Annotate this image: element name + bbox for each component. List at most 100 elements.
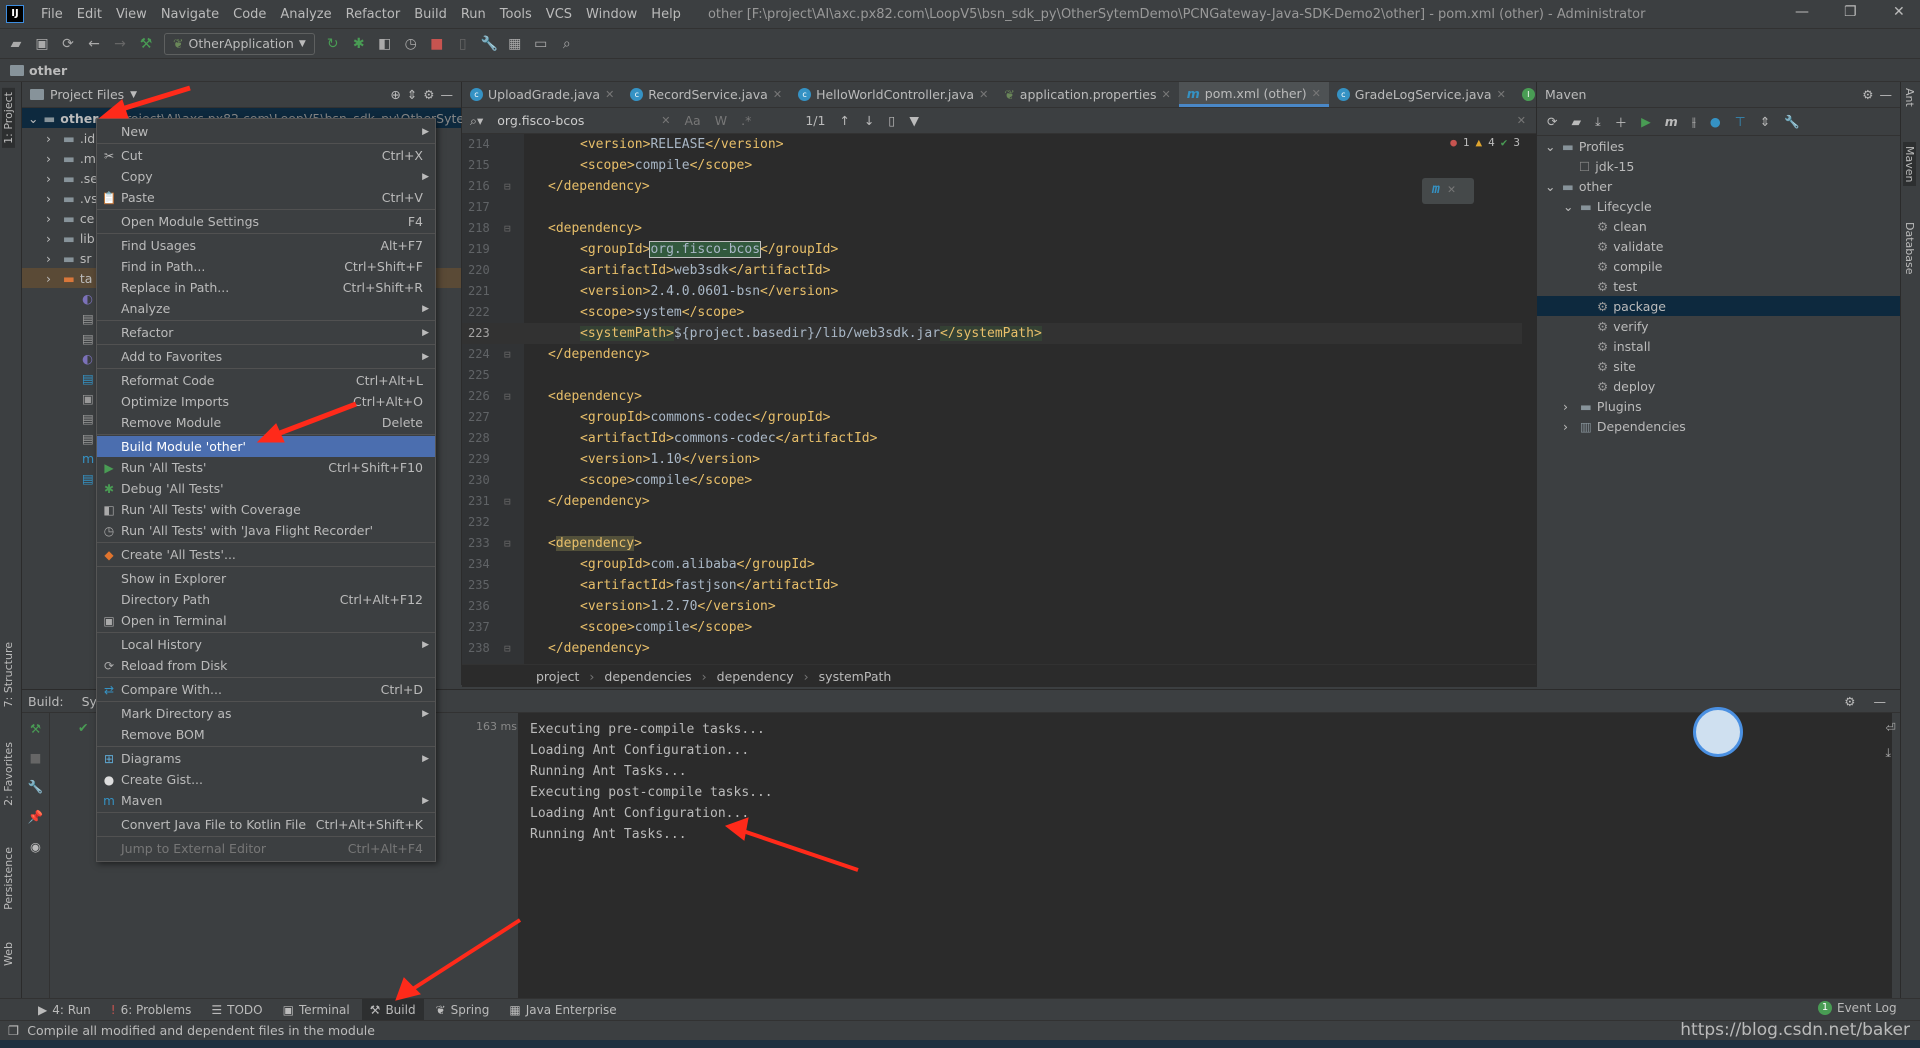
chevron-down-icon[interactable]: ⌄ (1563, 199, 1575, 214)
menu-item-directory-path[interactable]: Directory Path Ctrl+Alt+F12 (97, 589, 435, 610)
fold-icon[interactable]: ⊟ (504, 386, 511, 407)
wrench-icon[interactable]: 🔧 (28, 779, 44, 795)
web-tool-tab[interactable]: Web (2, 942, 15, 966)
fold-icon[interactable]: ⊟ (504, 533, 511, 554)
collapse-icon[interactable]: ⇕ (407, 87, 417, 102)
eye-icon[interactable]: ◉ (30, 839, 41, 854)
structure-tool-tab[interactable]: 7: Structure (2, 642, 15, 707)
menu-navigate[interactable]: Navigate (154, 7, 226, 22)
maven-reload-popup[interactable]: m ✕ (1422, 178, 1474, 204)
project-tool-tab[interactable]: 1: Project (2, 88, 15, 148)
regex-toggle[interactable]: .* (741, 113, 751, 128)
close-tab-icon[interactable]: ✕ (1162, 88, 1171, 101)
add-icon[interactable]: ＋ (1615, 112, 1628, 131)
maven-item-jdk-15[interactable]: ☐ jdk-15 (1537, 156, 1900, 176)
pin-icon[interactable]: 📌 (28, 809, 44, 825)
breadcrumb-item[interactable]: dependencies (604, 669, 691, 684)
menu-item-mark-directory-as[interactable]: Mark Directory as ▶ (97, 703, 435, 724)
persistence-tool-tab[interactable]: Persistence (2, 847, 15, 910)
inspection-widget[interactable]: ● 1 ▲ 4 ✔ 3 (1450, 136, 1520, 149)
tool-tab-terminal[interactable]: ▣ Terminal (275, 999, 358, 1021)
assistant-avatar[interactable] (1693, 707, 1743, 757)
hide-icon[interactable]: — (441, 87, 454, 102)
chevron-right-icon[interactable]: › (46, 211, 58, 226)
wrench-icon[interactable]: 🔧 (481, 36, 498, 52)
maven-item-lifecycle[interactable]: ⌄ ▬ Lifecycle (1537, 196, 1900, 216)
reload-icon[interactable]: ⟳ (1547, 114, 1557, 129)
menu-window[interactable]: Window (579, 7, 644, 22)
tab-application-properties[interactable]: ❦ application.properties ✕ (996, 82, 1178, 107)
words-toggle[interactable]: W (715, 113, 727, 128)
tool-tab-4-run[interactable]: ▶ 4: Run (30, 999, 99, 1021)
menu-item-convert-java-file-to-kotlin-file[interactable]: Convert Java File to Kotlin File Ctrl+Alt… (97, 814, 435, 835)
chevron-down-icon[interactable]: ⌄ (1545, 179, 1557, 194)
build-output[interactable]: Executing pre-compile tasks... Loading An… (518, 713, 1892, 999)
menu-item-run-all-tests[interactable]: ▶ Run 'All Tests' Ctrl+Shift+F10 (97, 457, 435, 478)
menu-code[interactable]: Code (226, 7, 273, 22)
maven-item-profiles[interactable]: ⌄ ▬ Profiles (1537, 136, 1900, 156)
menu-item-paste[interactable]: 📋 Paste Ctrl+V (97, 187, 435, 208)
close-tab-icon[interactable]: ✕ (1497, 88, 1506, 101)
build-hammer-icon[interactable]: ⚒ (138, 36, 154, 52)
close-tab-icon[interactable]: ✕ (605, 88, 614, 101)
tab-uploadgrade-java[interactable]: c UploadGrade.java ✕ (462, 82, 622, 107)
settings-wrench-icon[interactable]: 🔧 (1784, 114, 1800, 130)
chevron-right-icon[interactable]: › (46, 231, 58, 246)
menu-item-analyze[interactable]: Analyze ▶ (97, 298, 435, 319)
tool-tab-java-enterprise[interactable]: ▦ Java Enterprise (501, 999, 624, 1021)
fold-icon[interactable]: ⊟ (504, 176, 511, 197)
tab-pom-xml-other-[interactable]: m pom.xml (other) ✕ (1178, 82, 1329, 107)
maven-item-test[interactable]: ⚙ test (1537, 276, 1900, 296)
maven-item-install[interactable]: ⚙ install (1537, 336, 1900, 356)
menu-item-show-in-explorer[interactable]: Show in Explorer (97, 568, 435, 589)
maven-item-verify[interactable]: ⚙ verify (1537, 316, 1900, 336)
gear-icon[interactable]: ⚙ (1862, 87, 1873, 102)
terminal-icon[interactable]: ▭ (533, 36, 549, 52)
close-window-button[interactable]: ✕ (1893, 4, 1905, 20)
coverage-icon[interactable]: ◧ (377, 36, 393, 52)
menu-item-copy[interactable]: Copy ▶ (97, 166, 435, 187)
menu-item-jump-to-external-editor[interactable]: Jump to External Editor Ctrl+Alt+F4 (97, 838, 435, 859)
database-tool-tab[interactable]: Database (1903, 222, 1916, 275)
search-input[interactable]: org.fisco-bcos (497, 113, 647, 128)
close-icon[interactable]: ✕ (1448, 182, 1456, 197)
menu-view[interactable]: View (109, 7, 154, 22)
chevron-down-icon[interactable]: ⌄ (1545, 139, 1557, 154)
tab-helloworldcontroller-java[interactable]: c HelloWorldController.java ✕ (790, 82, 996, 107)
fold-icon[interactable]: ⊟ (504, 218, 511, 239)
menu-refactor[interactable]: Refactor (339, 7, 408, 22)
chevron-right-icon[interactable]: › (46, 131, 58, 146)
tool-tab-build[interactable]: ⚒ Build (361, 998, 424, 1021)
maven-goal-icon[interactable]: m (1665, 114, 1678, 129)
checkbox-icon[interactable]: ☐ (1579, 159, 1590, 174)
sync-icon[interactable]: ⟳ (60, 36, 76, 52)
run-icon[interactable]: ▶ (1641, 114, 1651, 129)
open-icon[interactable]: ▰ (8, 36, 24, 52)
prev-match-icon[interactable]: ↑ (839, 113, 849, 128)
profiler-icon[interactable]: ◷ (403, 36, 419, 52)
tool-tab-6-problems[interactable]: ! 6: Problems (103, 999, 200, 1021)
menu-analyze[interactable]: Analyze (273, 7, 338, 22)
locate-icon[interactable]: ⊕ (390, 87, 400, 102)
menu-edit[interactable]: Edit (70, 7, 109, 22)
hide-icon[interactable]: — (1880, 87, 1893, 102)
project-view-select[interactable]: Project Files (50, 87, 124, 102)
search-icon[interactable]: ⌕ (559, 36, 575, 52)
rerun-icon[interactable]: ↻ (325, 36, 341, 52)
maven-item-clean[interactable]: ⚙ clean (1537, 216, 1900, 236)
menu-item-run-all-tests-with-java-flight-recorder[interactable]: ◷ Run 'All Tests' with 'Java Flight Recor… (97, 520, 435, 541)
chevron-down-icon[interactable]: ▼ (130, 90, 137, 100)
run-config-select[interactable]: ❦ OtherApplication ▼ (164, 32, 315, 55)
generate-sources-icon[interactable]: ▰ (1571, 114, 1581, 129)
close-find-icon[interactable]: ✕ (1517, 114, 1526, 127)
event-log-button[interactable]: 1 Event Log (1818, 1001, 1897, 1015)
breadcrumb-item[interactable]: systemPath (819, 669, 892, 684)
menu-item-replace-in-path[interactable]: Replace in Path... Ctrl+Shift+R (97, 277, 435, 298)
menu-file[interactable]: File (34, 7, 70, 22)
debug-icon[interactable]: ✱ (351, 36, 367, 52)
menu-item-build-module-other[interactable]: Build Module 'other' (97, 436, 435, 457)
tool-tab-spring[interactable]: ❦ Spring (428, 999, 498, 1021)
device-icon[interactable]: ▯ (455, 36, 471, 52)
chevron-right-icon[interactable]: › (46, 271, 58, 286)
back-icon[interactable]: ← (86, 36, 102, 52)
